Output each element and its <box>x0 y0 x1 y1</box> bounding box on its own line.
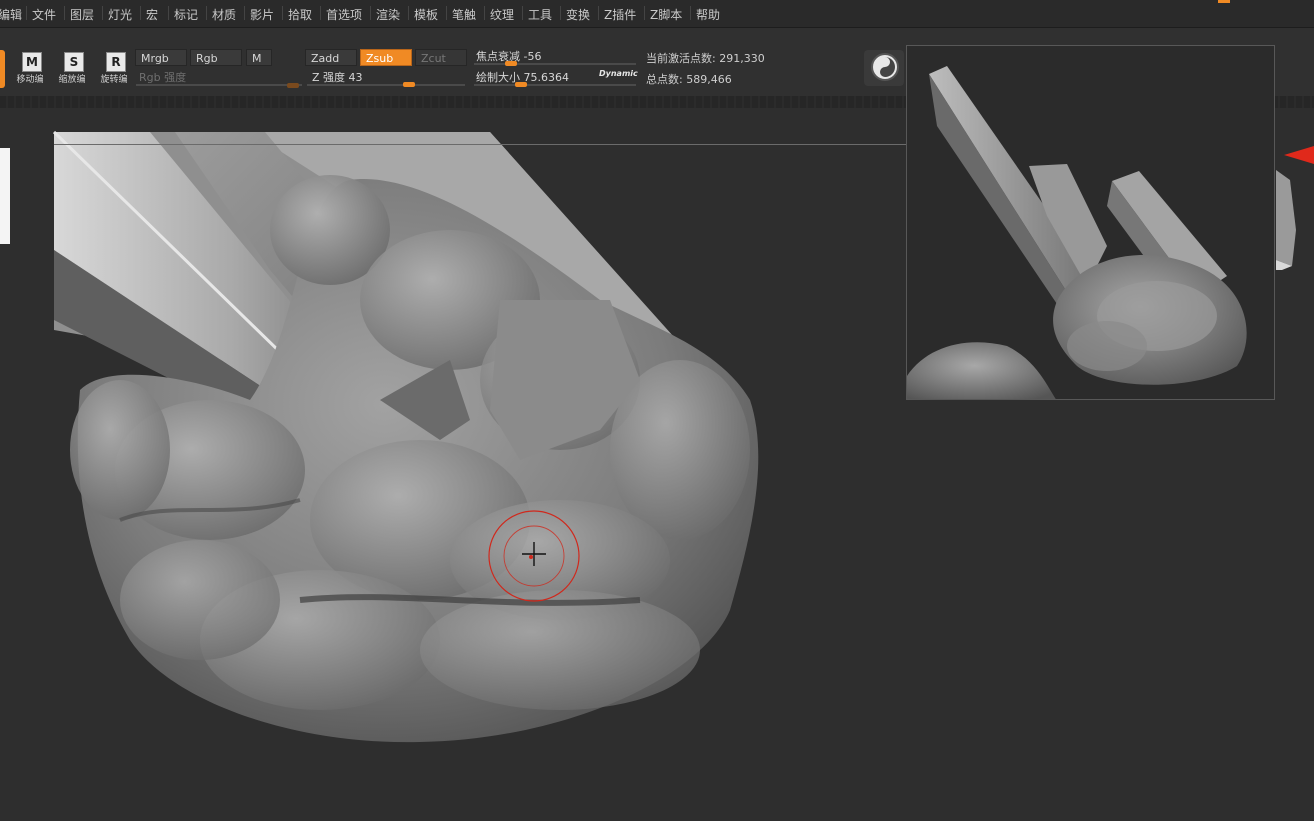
move-tool-button[interactable]: M 移动编 <box>10 52 50 86</box>
menu-item-12[interactable]: 笔触 <box>452 6 476 23</box>
menu-separator <box>244 6 245 20</box>
menu-separator <box>408 6 409 20</box>
crosshair-icon <box>522 542 546 566</box>
navigator-thumbnail <box>907 66 1247 399</box>
menu-separator <box>140 6 141 20</box>
rgb-intensity-label: Rgb 强度 <box>139 71 187 84</box>
menu-separator <box>370 6 371 20</box>
menu-item-3[interactable]: 灯光 <box>108 6 132 23</box>
menu-item-7[interactable]: 影片 <box>250 6 274 23</box>
menu-item-8[interactable]: 拾取 <box>288 6 312 23</box>
z-intensity-value: 43 <box>348 71 363 84</box>
menu-item-10[interactable]: 渲染 <box>376 6 400 23</box>
menu-separator <box>206 6 207 20</box>
rgb-intensity-knob[interactable] <box>287 83 299 88</box>
z-intensity-label: Z 强度 <box>312 71 346 84</box>
menu-separator <box>598 6 599 20</box>
z-intensity-slider[interactable] <box>307 84 465 86</box>
scale-tool-button[interactable]: S 缩放编 <box>52 52 92 86</box>
menu-separator <box>644 6 645 20</box>
menu-item-4[interactable]: 宏 <box>146 6 158 23</box>
menu-item-2[interactable]: 图层 <box>70 6 94 23</box>
total-points-label: 总点数: <box>646 73 683 86</box>
viewport-guide-line <box>54 144 906 145</box>
draw-size-knob[interactable] <box>515 82 527 87</box>
lightbox-button[interactable] <box>864 50 904 86</box>
navigator-window[interactable] <box>906 45 1275 400</box>
active-points-stat: 当前激活点数: 291,330 <box>646 50 765 66</box>
scale-icon: S <box>64 52 84 72</box>
brush-cursor <box>488 510 580 602</box>
dynamic-toggle[interactable]: Dynamic <box>599 69 638 78</box>
draw-size-value: 75.6364 <box>523 71 570 84</box>
offscreen-model-edge <box>1276 170 1296 270</box>
z-intensity-knob[interactable] <box>403 82 415 87</box>
rgb-intensity-slider[interactable] <box>136 84 302 86</box>
rgb-button[interactable]: Rgb <box>190 49 242 66</box>
focal-shift-slider[interactable] <box>474 63 636 65</box>
menu-separator <box>484 6 485 20</box>
menu-item-5[interactable]: 标记 <box>174 6 198 23</box>
zadd-button[interactable]: Zadd <box>305 49 357 66</box>
draw-size-label: 绘制大小 <box>476 71 520 84</box>
move-tool-label: 移动编 <box>16 75 44 85</box>
menu-item-9[interactable]: 首选项 <box>326 6 362 23</box>
rotate-tool-label: 旋转编 <box>100 75 128 85</box>
zsub-button[interactable]: Zsub <box>360 49 412 66</box>
menu-separator <box>522 6 523 20</box>
menu-item-6[interactable]: 材质 <box>212 6 236 23</box>
menu-separator <box>560 6 561 20</box>
menu-item-15[interactable]: 变换 <box>566 6 590 23</box>
left-tray-handle[interactable] <box>0 50 5 88</box>
move-icon: M <box>22 52 42 72</box>
menu-separator <box>64 6 65 20</box>
menu-separator <box>26 6 27 20</box>
active-points-label: 当前激活点数: <box>646 52 716 65</box>
rotate-tool-button[interactable]: R 旋转编 <box>94 52 134 86</box>
menu-item-0[interactable]: 编辑 <box>0 6 22 23</box>
navigator-pointer-marker <box>1284 146 1314 164</box>
zcut-button[interactable]: Zcut <box>415 49 467 66</box>
draw-size-slider[interactable] <box>474 84 636 86</box>
mrgb-button[interactable]: Mrgb <box>135 49 187 66</box>
z-intensity-slider-text: Z 强度 43 <box>312 69 363 85</box>
menu-item-17[interactable]: Z脚本 <box>650 6 682 23</box>
menu-separator <box>168 6 169 20</box>
menu-item-16[interactable]: Z插件 <box>604 6 636 23</box>
menu-separator <box>320 6 321 20</box>
menu-separator <box>690 6 691 20</box>
menu-accent-indicator <box>1218 0 1230 3</box>
focal-shift-value: -56 <box>523 50 542 63</box>
menu-item-11[interactable]: 模板 <box>414 6 438 23</box>
lightbox-icon <box>871 53 899 81</box>
menu-bar: 编辑 文件 图层 灯光宏标记 材质 影片 拾取 首选项 渲染 模板 笔触 纹理 工具 变换 Z插件 Z脚本 帮助 <box>0 0 1314 28</box>
focal-shift-knob[interactable] <box>505 61 517 66</box>
scale-tool-label: 缩放编 <box>58 75 86 85</box>
rotate-icon: R <box>106 52 126 72</box>
menu-item-13[interactable]: 纹理 <box>490 6 514 23</box>
menu-separator <box>102 6 103 20</box>
left-panel-edge <box>0 148 10 244</box>
total-points-stat: 总点数: 589,466 <box>646 71 732 87</box>
menu-separator <box>446 6 447 20</box>
menu-separator <box>282 6 283 20</box>
menu-item-14[interactable]: 工具 <box>528 6 552 23</box>
menu-item-1[interactable]: 文件 <box>32 6 56 23</box>
menu-item-18[interactable]: 帮助 <box>696 6 720 23</box>
total-points-value: 589,466 <box>686 73 732 86</box>
material-button[interactable]: M <box>246 49 272 66</box>
active-points-value: 291,330 <box>719 52 765 65</box>
